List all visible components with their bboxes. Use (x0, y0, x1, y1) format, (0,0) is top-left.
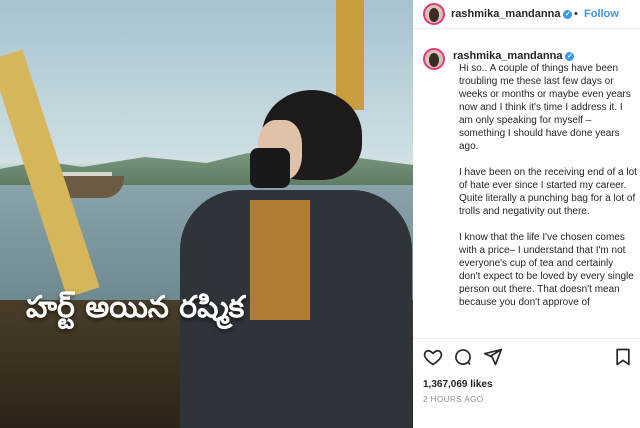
separator-dot: • (574, 8, 578, 20)
face-mask (250, 148, 290, 188)
verified-icon: ✓ (563, 9, 573, 19)
boat-pole (336, 0, 364, 110)
post-photo[interactable]: హర్ట్ అయిన రష్మిక (0, 0, 413, 428)
avatar[interactable] (423, 3, 445, 25)
caption-username[interactable]: rashmika_mandanna ✓ (453, 50, 575, 62)
caption-paragraph: I know that the life I've chosen comes w… (459, 232, 634, 308)
header-username[interactable]: rashmika_mandanna ✓ (451, 8, 573, 20)
caption-paragraph: Hi so.. A couple of things have been tro… (459, 63, 631, 152)
share-icon[interactable] (483, 347, 503, 367)
post-date: 2 HOURS AGO (423, 395, 484, 404)
follow-button[interactable]: Follow (584, 8, 619, 20)
bookmark-icon[interactable] (613, 347, 633, 367)
comment-icon[interactable] (453, 347, 473, 367)
post-header: rashmika_mandanna ✓ • Follow (413, 0, 640, 29)
instagram-panel: rashmika_mandanna ✓ • Follow rashmika_man… (413, 0, 640, 428)
heart-icon[interactable] (423, 347, 443, 367)
caption-username-text[interactable]: rashmika_mandanna (453, 50, 562, 62)
overlay-title: హర్ట్ అయిన రష్మిక (26, 290, 245, 325)
verified-icon: ✓ (565, 51, 575, 61)
caption-paragraph: I have been on the receiving end of a lo… (459, 167, 637, 217)
likes-count[interactable]: 1,367,069 likes (423, 379, 493, 390)
person-shirt (250, 200, 310, 320)
caption-avatar[interactable] (423, 48, 445, 70)
username-text[interactable]: rashmika_mandanna (451, 8, 560, 20)
action-bar: 1,367,069 likes 2 HOURS AGO (413, 338, 640, 428)
caption-text: Hi so.. A couple of things have been tro… (459, 62, 637, 322)
